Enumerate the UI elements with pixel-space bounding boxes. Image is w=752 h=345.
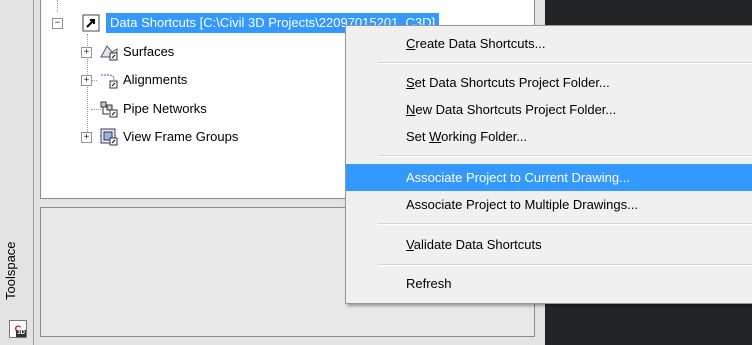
pipe-network-icon (100, 100, 118, 118)
tree-item-pipe-networks[interactable]: Pipe Networks (123, 99, 207, 119)
menu-separator (378, 223, 752, 225)
menu-item-refresh[interactable]: Refresh (346, 270, 752, 297)
menu-item-label: New Data Shortcuts Project Folder... (406, 102, 617, 117)
collapse-toggle[interactable]: − (52, 18, 63, 29)
menu-separator (378, 62, 752, 64)
expand-toggle[interactable]: + (81, 132, 92, 143)
view-frame-group-icon (100, 128, 118, 146)
surface-icon (100, 43, 118, 61)
civil3d-icon[interactable]: C 3D (9, 320, 27, 338)
tree-connector (57, 0, 58, 12)
menu-item-validate-data-shortcuts[interactable]: Validate Data Shortcuts (346, 231, 752, 258)
menu-item-label: Validate Data Shortcuts (406, 237, 542, 252)
menu-item-set-working-folder[interactable]: Set Working Folder... (346, 123, 752, 150)
menu-item-set-project-folder[interactable]: Set Data Shortcuts Project Folder... (346, 69, 752, 96)
menu-item-label: Associate Project to Current Drawing... (406, 170, 630, 185)
menu-separator (378, 264, 752, 266)
toolspace-title-strip[interactable]: Toolspace C 3D (0, 0, 34, 345)
expand-toggle[interactable]: + (81, 75, 92, 86)
menu-item-create-data-shortcuts[interactable]: Create Data Shortcuts... (346, 30, 752, 57)
menu-item-associate-multiple-drawings[interactable]: Associate Project to Multiple Drawings..… (346, 191, 752, 218)
tree-item-surfaces[interactable]: Surfaces (123, 42, 174, 62)
tree-item-view-frame-groups[interactable]: View Frame Groups (123, 127, 238, 147)
menu-item-label: Associate Project to Multiple Drawings..… (406, 197, 638, 212)
toolspace-label: Toolspace (3, 241, 18, 300)
menu-item-label: Create Data Shortcuts... (406, 36, 546, 51)
expand-toggle[interactable]: + (81, 47, 92, 58)
menu-item-label: Set Working Folder... (406, 129, 528, 144)
menu-item-label: Refresh (406, 276, 452, 291)
data-shortcuts-icon (82, 14, 100, 32)
tree-item-alignments[interactable]: Alignments (123, 70, 187, 90)
menu-item-label: Set Data Shortcuts Project Folder... (406, 75, 610, 90)
menu-item-associate-current-drawing[interactable]: Associate Project to Current Drawing... (346, 164, 752, 191)
menu-item-new-project-folder[interactable]: New Data Shortcuts Project Folder... (346, 96, 752, 123)
context-menu: Create Data Shortcuts... Set Data Shortc… (345, 25, 752, 304)
alignment-icon (100, 71, 118, 89)
menu-separator (378, 155, 752, 157)
